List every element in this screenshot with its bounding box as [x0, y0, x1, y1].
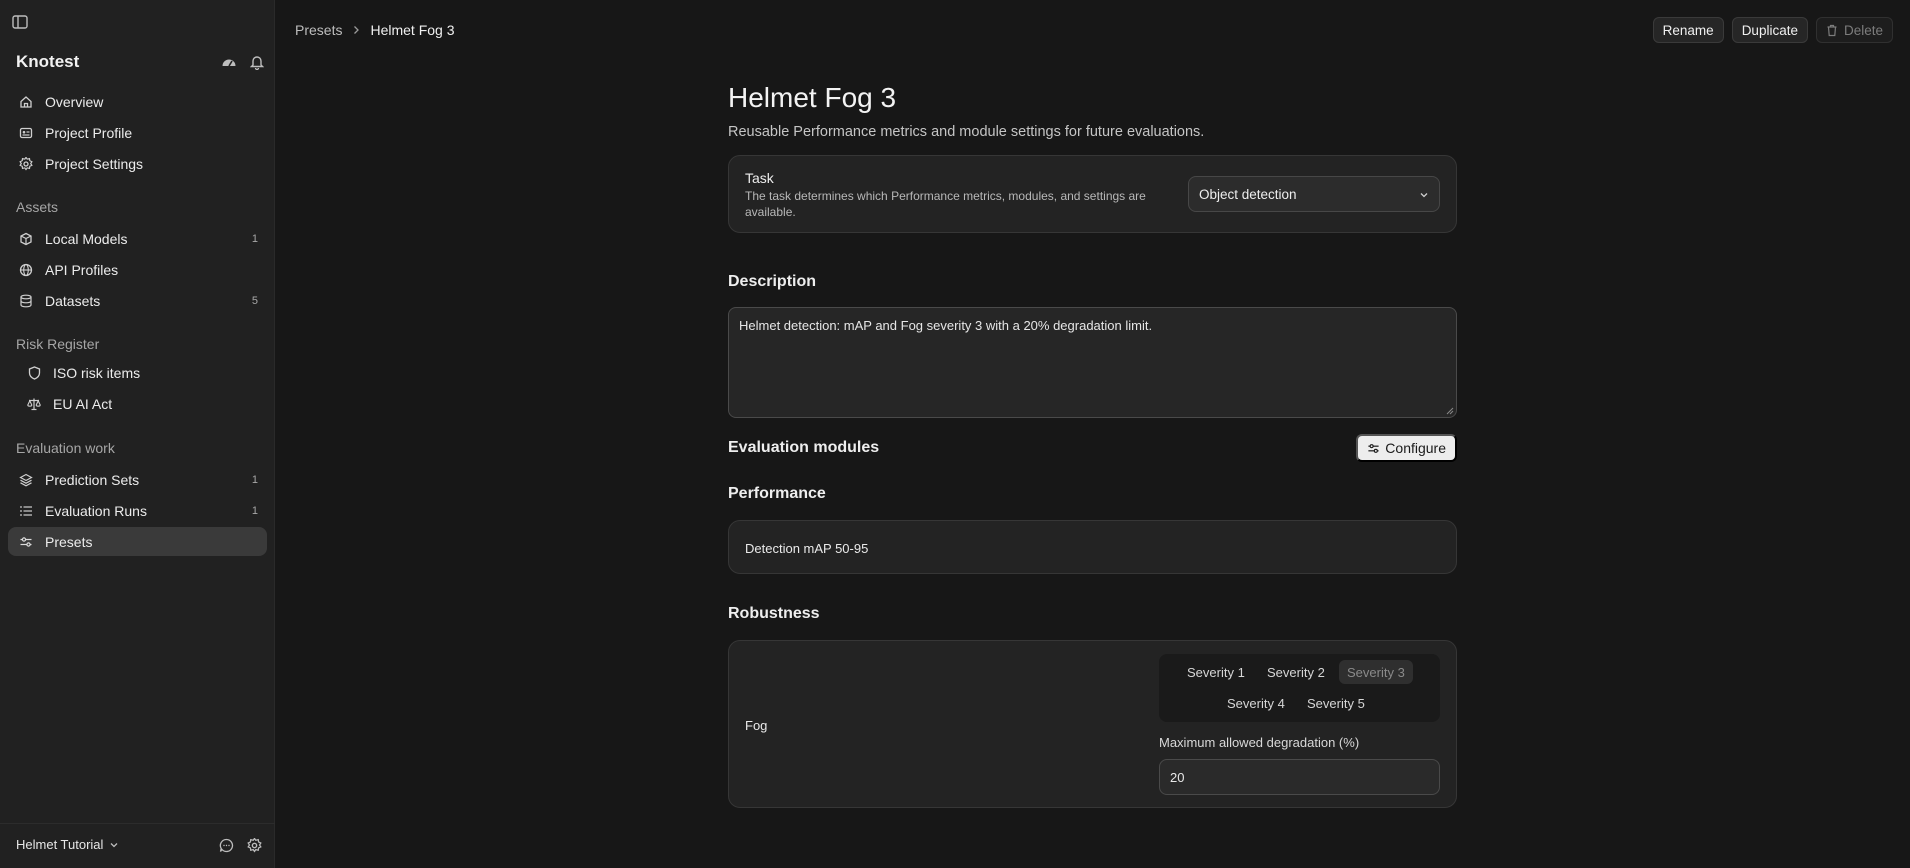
sidebar-item-evaluation-runs[interactable]: Evaluation Runs 1	[8, 496, 267, 525]
delete-label: Delete	[1843, 22, 1883, 38]
top-actions: Rename Duplicate Delete	[1652, 17, 1893, 43]
sidebar-item-label: Overview	[45, 93, 104, 110]
sidebar-item-label: ISO risk items	[53, 364, 141, 381]
chat-icon[interactable]	[217, 836, 235, 854]
item-count: 1	[251, 504, 258, 517]
sidebar-item-label: Evaluation Runs	[45, 502, 147, 519]
chevron-right-icon	[351, 25, 361, 35]
gauge-icon[interactable]	[220, 53, 238, 71]
robustness-card: Fog Severity 1 Severity 2 Severity 3 Sev…	[728, 640, 1457, 808]
layers-icon	[18, 472, 34, 488]
severity-4-option[interactable]: Severity 4	[1219, 691, 1293, 715]
brand-row: Knotest	[16, 51, 266, 73]
duplicate-button[interactable]: Duplicate	[1731, 17, 1808, 43]
resize-handle-icon[interactable]	[1446, 407, 1454, 415]
section-label-assets: Assets	[16, 199, 59, 215]
sidebar-item-project-profile[interactable]: Project Profile	[8, 118, 267, 147]
task-description: The task determines which Performance me…	[745, 189, 1146, 219]
sidebar-item-datasets[interactable]: Datasets 5	[8, 286, 267, 315]
evaluation-modules-heading: Evaluation modules	[728, 439, 880, 456]
degradation-input[interactable]: 20	[1159, 759, 1440, 795]
task-title: Task	[745, 170, 774, 186]
performance-metric: Detection mAP 50-95	[745, 541, 869, 556]
sidebar-item-label: Datasets	[45, 292, 101, 309]
item-count: 5	[251, 294, 258, 307]
severity-2-option[interactable]: Severity 2	[1259, 660, 1333, 684]
sidebar-item-label: Prediction Sets	[45, 471, 140, 488]
severity-5-option[interactable]: Severity 5	[1299, 691, 1373, 715]
degradation-label: Maximum allowed degradation (%)	[1159, 735, 1360, 750]
workspace-name: Helmet Tutorial	[16, 837, 104, 852]
scale-icon	[26, 396, 42, 412]
sidebar-item-label: Local Models	[45, 230, 128, 247]
sliders-icon	[18, 534, 34, 550]
configure-button[interactable]: Configure	[1356, 434, 1457, 462]
severity-3-option[interactable]: Severity 3	[1339, 660, 1413, 684]
performance-heading: Performance	[728, 485, 826, 502]
rename-button[interactable]: Rename	[1652, 17, 1724, 43]
section-label-risk-register: Risk Register	[16, 336, 100, 352]
shield-icon	[26, 365, 42, 381]
sidebar-item-local-models[interactable]: Local Models 1	[8, 224, 267, 253]
page-subtitle: Reusable Performance metrics and module …	[728, 124, 1205, 140]
sidebar-toggle-icon[interactable]	[12, 15, 28, 29]
sidebar-item-overview[interactable]: Overview	[8, 87, 267, 116]
sidebar-item-label: Project Settings	[45, 155, 144, 172]
gear-icon	[18, 156, 34, 172]
robustness-heading: Robustness	[728, 605, 820, 622]
breadcrumb: Presets Helmet Fog 3	[295, 22, 455, 38]
brand-name: Knotest	[16, 52, 80, 71]
item-count: 1	[251, 473, 258, 486]
task-select[interactable]: Object detection	[1188, 176, 1440, 212]
sidebar: Knotest Overview Project Profile Project…	[0, 0, 275, 868]
performance-card: Detection mAP 50-95	[728, 520, 1457, 574]
home-icon	[18, 94, 34, 110]
section-label-evaluation-work: Evaluation work	[16, 440, 115, 456]
fog-module-label: Fog	[745, 718, 768, 733]
configure-label: Configure	[1385, 440, 1446, 456]
sidebar-item-label: Project Profile	[45, 124, 133, 141]
settings-gear-icon[interactable]	[245, 836, 263, 854]
list-icon	[18, 503, 34, 519]
page-title: Helmet Fog 3	[728, 82, 897, 113]
task-select-value: Object detection	[1199, 186, 1297, 202]
cube-icon	[18, 231, 34, 247]
severity-1-option[interactable]: Severity 1	[1179, 660, 1253, 684]
database-icon	[18, 293, 34, 309]
breadcrumb-current: Helmet Fog 3	[370, 22, 455, 38]
sidebar-item-label: API Profiles	[45, 261, 119, 278]
bell-icon[interactable]	[248, 53, 266, 71]
sidebar-item-presets[interactable]: Presets	[8, 527, 267, 556]
item-count: 1	[251, 232, 258, 245]
description-textarea[interactable]: Helmet detection: mAP and Fog severity 3…	[728, 307, 1457, 418]
sliders-icon	[1367, 442, 1380, 455]
sidebar-item-eu-ai-act[interactable]: EU AI Act	[8, 389, 267, 418]
globe-icon	[18, 262, 34, 278]
delete-button[interactable]: Delete	[1815, 17, 1893, 43]
chevron-down-icon	[109, 840, 119, 850]
trash-icon	[1826, 24, 1839, 37]
sidebar-item-project-settings[interactable]: Project Settings	[8, 149, 267, 178]
description-text: Helmet detection: mAP and Fog severity 3…	[739, 318, 1153, 333]
sidebar-item-label: EU AI Act	[53, 395, 113, 412]
chevron-down-icon	[1419, 190, 1429, 200]
severity-selector: Severity 1 Severity 2 Severity 3 Severit…	[1159, 654, 1440, 722]
description-heading: Description	[728, 273, 817, 290]
workspace-switcher[interactable]: Helmet Tutorial	[16, 837, 119, 852]
sidebar-item-iso-risk-items[interactable]: ISO risk items	[8, 358, 267, 387]
breadcrumb-presets-link[interactable]: Presets	[295, 22, 342, 38]
sidebar-item-label: Presets	[45, 533, 93, 550]
task-card: Task The task determines which Performan…	[728, 155, 1457, 233]
sidebar-item-prediction-sets[interactable]: Prediction Sets 1	[8, 465, 267, 494]
sidebar-footer: Helmet Tutorial	[0, 823, 275, 868]
id-card-icon	[18, 125, 34, 141]
sidebar-item-api-profiles[interactable]: API Profiles	[8, 255, 267, 284]
